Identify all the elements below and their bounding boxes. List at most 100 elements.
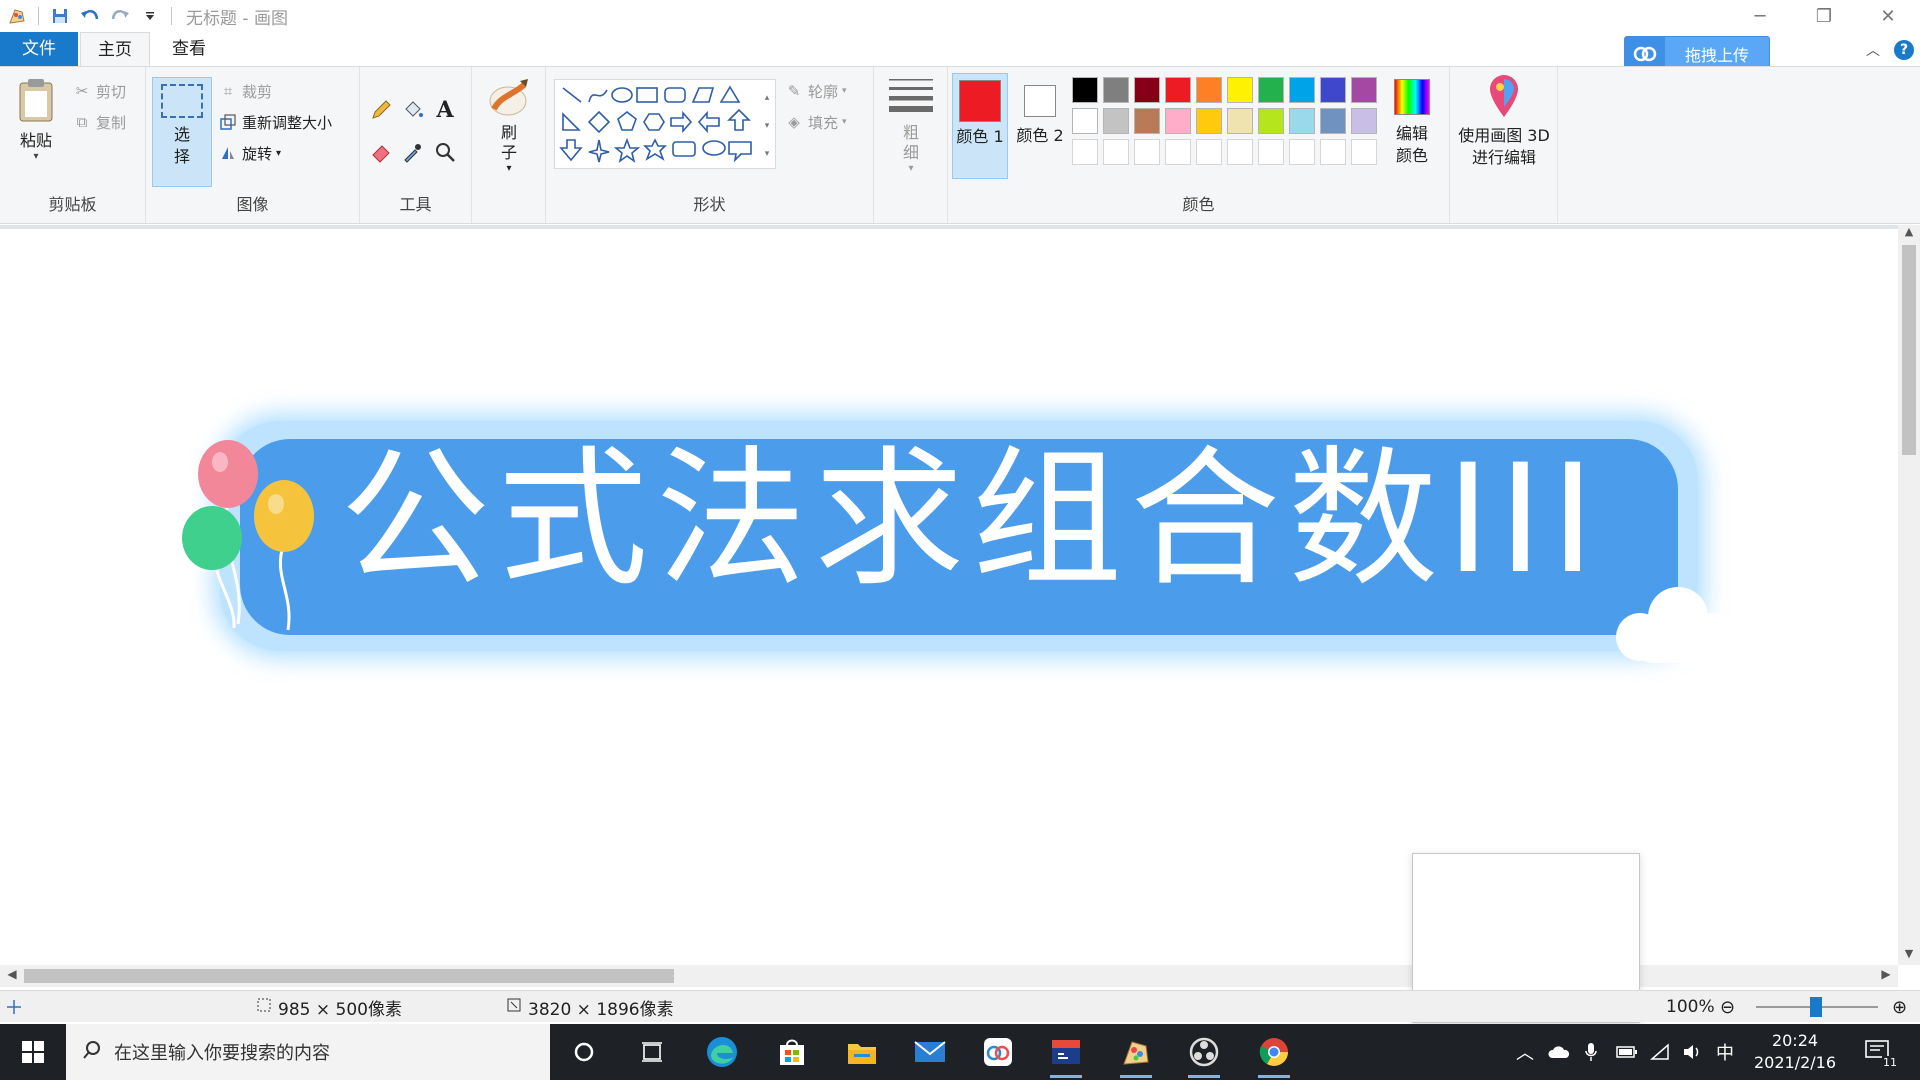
palette-swatch[interactable] bbox=[1072, 108, 1098, 134]
magnifier-icon[interactable] bbox=[432, 139, 458, 165]
palette-swatch[interactable] bbox=[1289, 77, 1315, 103]
custom-color-slot[interactable] bbox=[1196, 139, 1222, 165]
outline-button[interactable]: ✎ 轮廓 ▾ bbox=[784, 79, 847, 103]
obs-icon[interactable] bbox=[1182, 1032, 1226, 1078]
horizontal-scroll-thumb[interactable] bbox=[24, 969, 674, 983]
palette-swatch[interactable] bbox=[1227, 108, 1253, 134]
action-center-button[interactable]: 11 bbox=[1864, 1024, 1898, 1080]
minimize-button[interactable]: ─ bbox=[1728, 0, 1792, 32]
ime-indicator[interactable]: 中 bbox=[1716, 1024, 1734, 1080]
clipboard-icon bbox=[19, 79, 53, 122]
color2-button[interactable]: 颜色 2 bbox=[1012, 73, 1068, 179]
rotate-button[interactable]: 旋转 ▾ bbox=[218, 141, 281, 165]
battery-icon[interactable] bbox=[1616, 1024, 1638, 1080]
collapse-ribbon-icon[interactable]: ︿ bbox=[1866, 40, 1880, 60]
custom-color-slot[interactable] bbox=[1227, 139, 1253, 165]
start-button[interactable] bbox=[0, 1024, 66, 1080]
paste-button[interactable]: 粘贴 ▾ bbox=[10, 77, 62, 162]
microphone-icon[interactable] bbox=[1584, 1024, 1598, 1080]
zoom-slider-thumb[interactable] bbox=[1810, 997, 1822, 1017]
palette-swatch[interactable] bbox=[1289, 108, 1315, 134]
close-button[interactable]: ✕ bbox=[1856, 0, 1920, 32]
devcpp-icon[interactable] bbox=[1044, 1032, 1088, 1078]
zoom-in-icon[interactable]: ⊕ bbox=[1892, 991, 1907, 1023]
shapes-scroll-arrows[interactable]: ▴ ▾ ▾ bbox=[761, 84, 773, 168]
resize-button[interactable]: 重新调整大小 bbox=[218, 110, 332, 134]
palette-swatch[interactable] bbox=[1351, 77, 1377, 103]
save-icon[interactable] bbox=[47, 3, 73, 29]
palette-swatch[interactable] bbox=[1196, 77, 1222, 103]
wifi-icon[interactable] bbox=[1650, 1024, 1670, 1080]
mail-icon[interactable] bbox=[908, 1032, 952, 1072]
resize-icon bbox=[218, 112, 238, 132]
paint3d-button[interactable]: 使用画图 3D 进行编辑 bbox=[1456, 75, 1552, 169]
chrome-icon[interactable] bbox=[1252, 1032, 1296, 1078]
brushes-button[interactable]: 刷子 ▾ bbox=[482, 75, 536, 174]
vertical-scrollbar[interactable]: ▲ ▼ bbox=[1898, 225, 1920, 965]
palette-swatch[interactable] bbox=[1134, 108, 1160, 134]
onedrive-icon[interactable] bbox=[1548, 1024, 1570, 1080]
scroll-down-icon[interactable]: ▼ bbox=[1898, 947, 1920, 965]
color-picker-icon[interactable] bbox=[400, 139, 426, 165]
palette-swatch[interactable] bbox=[1103, 108, 1129, 134]
palette-swatch[interactable] bbox=[1227, 77, 1253, 103]
undo-icon[interactable] bbox=[77, 3, 103, 29]
scroll-up-icon[interactable]: ▲ bbox=[1898, 225, 1920, 243]
baidu-netdisk-icon[interactable] bbox=[976, 1032, 1020, 1072]
restore-button[interactable]: ❐ bbox=[1792, 0, 1856, 32]
palette-swatch[interactable] bbox=[1258, 77, 1284, 103]
taskbar-search-box[interactable]: 在这里输入你要搜索的内容 bbox=[66, 1024, 550, 1080]
custom-color-slot[interactable] bbox=[1103, 139, 1129, 165]
custom-color-slot[interactable] bbox=[1072, 139, 1098, 165]
palette-swatch[interactable] bbox=[1320, 108, 1346, 134]
crop-button[interactable]: ⌗ 裁剪 bbox=[218, 79, 272, 103]
custom-color-slot[interactable] bbox=[1351, 139, 1377, 165]
palette-swatch[interactable] bbox=[1165, 108, 1191, 134]
copy-button[interactable]: ⧉ 复制 bbox=[72, 110, 126, 134]
palette-swatch[interactable] bbox=[1072, 77, 1098, 103]
store-icon[interactable] bbox=[770, 1032, 814, 1072]
pencil-icon[interactable] bbox=[368, 97, 394, 123]
scroll-right-icon[interactable]: ▶ bbox=[1876, 967, 1896, 981]
volume-icon[interactable] bbox=[1682, 1024, 1702, 1080]
text-tool-icon[interactable]: A bbox=[432, 97, 458, 123]
outline-label: 轮廓 bbox=[808, 82, 839, 101]
cut-button[interactable]: ✂ 剪切 bbox=[72, 79, 126, 103]
tab-view[interactable]: 查看 bbox=[152, 32, 226, 66]
palette-swatch[interactable] bbox=[1258, 108, 1284, 134]
custom-color-slot[interactable] bbox=[1165, 139, 1191, 165]
task-view-icon[interactable] bbox=[630, 1032, 674, 1072]
scroll-left-icon[interactable]: ◀ bbox=[2, 967, 22, 981]
customize-toolbar-icon[interactable] bbox=[137, 3, 163, 29]
fill-bucket-icon[interactable] bbox=[400, 97, 426, 123]
palette-swatch[interactable] bbox=[1320, 77, 1346, 103]
vertical-scroll-thumb[interactable] bbox=[1902, 245, 1916, 455]
size-button[interactable]: 粗细 ▾ bbox=[884, 77, 938, 174]
zoom-out-icon[interactable]: ⊖ bbox=[1720, 991, 1735, 1023]
custom-color-slot[interactable] bbox=[1320, 139, 1346, 165]
custom-color-slot[interactable] bbox=[1258, 139, 1284, 165]
edit-colors-button[interactable]: 编辑颜色 bbox=[1384, 79, 1440, 167]
taskbar-clock[interactable]: 20:24 2021/2/16 bbox=[1740, 1030, 1850, 1074]
show-hidden-icons[interactable]: ︿ bbox=[1516, 1024, 1534, 1080]
palette-swatch[interactable] bbox=[1134, 77, 1160, 103]
fill-button[interactable]: ◈ 填充 ▾ bbox=[784, 110, 846, 134]
help-icon[interactable]: ? bbox=[1894, 40, 1914, 60]
palette-swatch[interactable] bbox=[1103, 77, 1129, 103]
edge-browser-icon[interactable] bbox=[700, 1032, 744, 1072]
eraser-icon[interactable] bbox=[368, 139, 394, 165]
color1-button[interactable]: 颜色 1 bbox=[952, 73, 1008, 179]
cortana-icon[interactable] bbox=[562, 1032, 606, 1072]
redo-icon[interactable] bbox=[107, 3, 133, 29]
tab-home[interactable]: 主页 bbox=[80, 32, 150, 66]
paint-app-icon[interactable] bbox=[4, 3, 30, 29]
custom-color-slot[interactable] bbox=[1289, 139, 1315, 165]
select-button[interactable]: 选择 bbox=[152, 77, 212, 187]
palette-swatch[interactable] bbox=[1165, 77, 1191, 103]
custom-color-slot[interactable] bbox=[1134, 139, 1160, 165]
tab-file[interactable]: 文件 bbox=[0, 32, 78, 66]
palette-swatch[interactable] bbox=[1351, 108, 1377, 134]
palette-swatch[interactable] bbox=[1196, 108, 1222, 134]
file-explorer-icon[interactable] bbox=[840, 1032, 884, 1072]
paint-taskbar-icon[interactable] bbox=[1114, 1032, 1158, 1078]
